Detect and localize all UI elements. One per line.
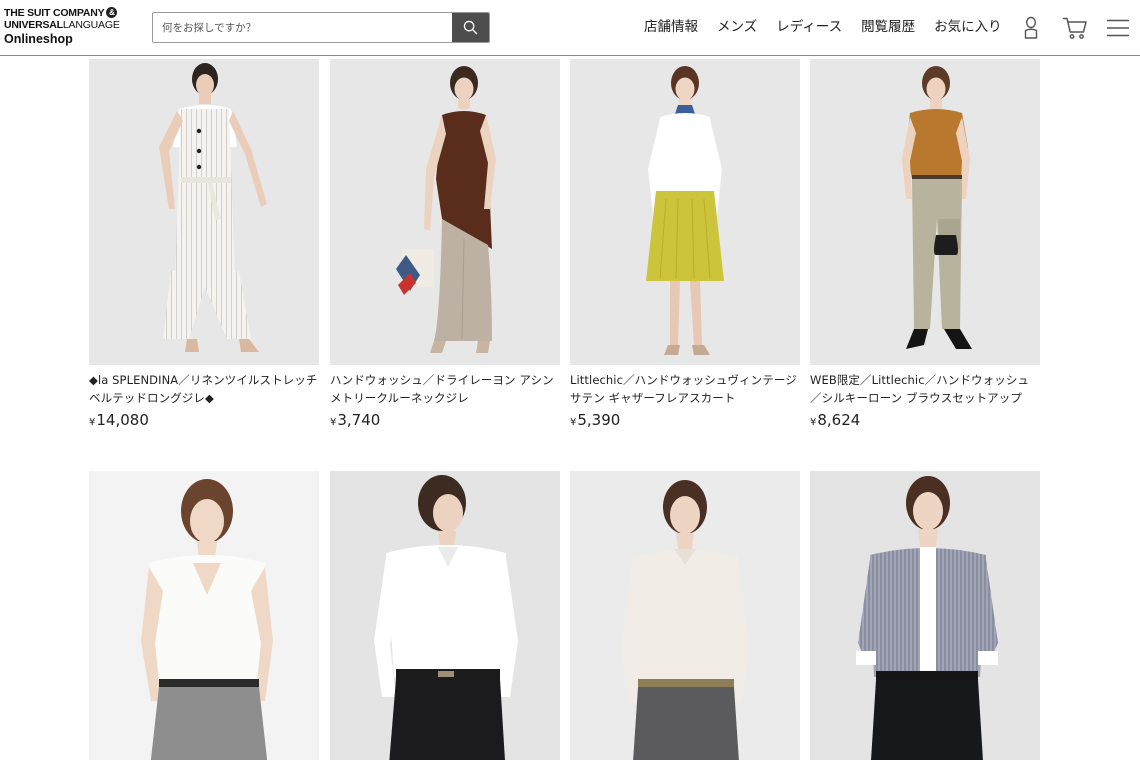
model-photo-gilet xyxy=(159,63,267,352)
product-card[interactable] xyxy=(810,471,1040,760)
nav-link-stores[interactable]: 店舗情報 xyxy=(644,18,698,36)
nav-link-favorites[interactable]: お気に入り xyxy=(934,18,1002,36)
main-nav: 店舗情報 メンズ レディース 閲覧履歴 お気に入り xyxy=(644,18,1021,36)
site-logo[interactable]: THE SUIT COMPANY & UNIVERSALLANGUAGE Onli… xyxy=(4,7,134,49)
search-input[interactable] xyxy=(153,13,453,42)
product-name[interactable]: WEB限定／Littlechic／ハンドウォッシュ／シルキーローン ブラウスセッ… xyxy=(810,371,1040,407)
model-photo-brown-gilet xyxy=(396,66,496,353)
product-card[interactable]: ◆la SPLENDINA／リネンツイルストレッチベルテッドロングジレ◆ ¥14… xyxy=(89,59,319,433)
logo-line2: UNIVERSALLANGUAGE xyxy=(4,19,120,31)
search-button[interactable] xyxy=(452,13,489,42)
nav-link-mens[interactable]: メンズ xyxy=(717,18,757,36)
model-photo-vneck-blouse xyxy=(141,479,273,760)
product-price: ¥8,624 xyxy=(810,411,861,429)
product-image[interactable] xyxy=(89,59,319,365)
model-photo-yellow-skirt xyxy=(646,66,724,355)
product-image[interactable] xyxy=(330,471,560,760)
product-card[interactable] xyxy=(330,471,560,760)
user-icon[interactable] xyxy=(1018,15,1044,41)
product-image[interactable] xyxy=(810,59,1040,365)
product-card[interactable]: Littlechic／ハンドウォッシュヴィンテージサテン ギャザーフレアスカート… xyxy=(570,59,800,433)
cart-icon[interactable] xyxy=(1060,14,1090,42)
product-image[interactable] xyxy=(330,59,560,365)
product-image[interactable] xyxy=(89,471,319,760)
product-card[interactable] xyxy=(89,471,319,760)
product-card[interactable] xyxy=(570,471,800,760)
search-box xyxy=(152,12,490,43)
site-header: THE SUIT COMPANY & UNIVERSALLANGUAGE Onli… xyxy=(0,0,1140,56)
model-photo-cream-shirt xyxy=(622,480,748,760)
hamburger-menu-icon[interactable] xyxy=(1104,15,1132,41)
product-price: ¥14,080 xyxy=(89,411,149,429)
product-card[interactable]: WEB限定／Littlechic／ハンドウォッシュ／シルキーローン ブラウスセッ… xyxy=(810,59,1040,433)
product-price: ¥5,390 xyxy=(570,411,621,429)
product-image[interactable] xyxy=(810,471,1040,760)
logo-line1: THE SUIT COMPANY & xyxy=(4,7,134,19)
nav-link-ladies[interactable]: レディース xyxy=(776,18,842,36)
product-image[interactable] xyxy=(570,471,800,760)
model-photo-white-shirt xyxy=(374,475,518,760)
logo-line3: Onlineshop xyxy=(4,32,73,46)
product-image[interactable] xyxy=(570,59,800,365)
product-name[interactable]: ◆la SPLENDINA／リネンツイルストレッチベルテッドロングジレ◆ xyxy=(89,371,319,407)
product-name[interactable]: Littlechic／ハンドウォッシュヴィンテージサテン ギャザーフレアスカート xyxy=(570,371,800,407)
model-photo-striped-shirt xyxy=(856,476,998,760)
product-price: ¥3,740 xyxy=(330,411,381,429)
product-name[interactable]: ハンドウォッシュ／ドライレーヨン アシンメトリークルーネックジレ xyxy=(330,371,560,407)
product-card[interactable]: ハンドウォッシュ／ドライレーヨン アシンメトリークルーネックジレ ¥3,740 xyxy=(330,59,560,433)
model-photo-blouse-setup xyxy=(902,66,972,349)
search-icon xyxy=(463,20,478,35)
nav-link-history[interactable]: 閲覧履歴 xyxy=(861,18,915,36)
